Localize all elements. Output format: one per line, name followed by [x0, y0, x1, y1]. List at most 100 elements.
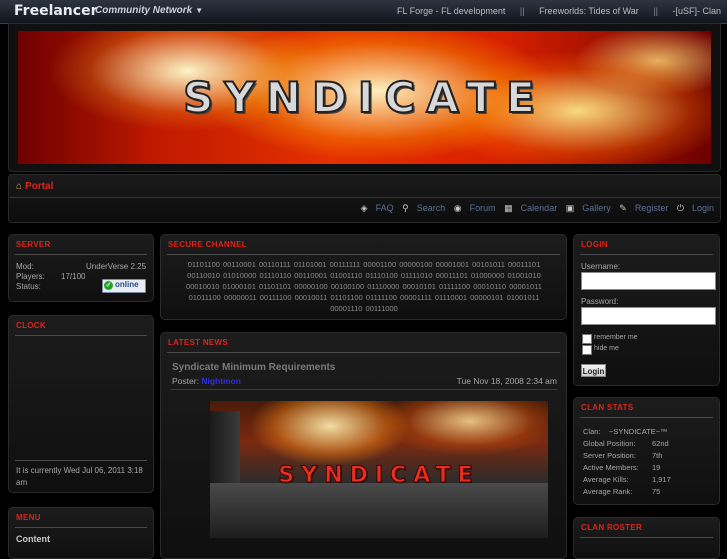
stat-label: Server Position: — [583, 451, 636, 460]
header: SYNDICATE — [8, 23, 721, 172]
nav-forum[interactable]: ◉ Forum — [454, 203, 496, 213]
site-banner[interactable]: SYNDICATE — [18, 31, 711, 164]
stat-row: Global Position: 62nd — [583, 439, 669, 448]
faq-icon: ◈ — [360, 203, 368, 213]
hide-me-checkbox[interactable] — [582, 345, 592, 355]
clock-title: CLOCK — [16, 321, 46, 330]
stat-value: 19 — [652, 463, 661, 472]
separator: || — [519, 6, 525, 16]
navbar: ⌂ Portal ◈ FAQ ⚲ Search ◉ Forum ▦ Calendar ▣ G… — [8, 174, 721, 223]
nav-search-label: Search — [416, 203, 446, 213]
separator: || — [653, 6, 658, 16]
mod-value: UnderVerse 2.25 — [86, 262, 147, 271]
stat-row: Clan: ~SYNDICATE~™ — [583, 427, 668, 436]
banner-title: SYNDICATE — [182, 72, 546, 123]
login-title: LOGIN — [581, 240, 608, 249]
stat-value: ~SYNDICATE~™ — [609, 427, 668, 436]
players-value: 17/100 — [61, 272, 86, 281]
status-value: online — [115, 280, 139, 289]
divider — [15, 527, 147, 528]
freelancer-logo[interactable]: Freelancer — [14, 3, 97, 19]
clan-roster-title: CLAN ROSTER — [581, 523, 643, 532]
players-label: Players: — [16, 272, 45, 281]
news-image-title: SYNDICATE — [278, 463, 480, 489]
forum-icon: ◉ — [453, 203, 462, 213]
remember-me-checkbox[interactable] — [582, 334, 592, 344]
search-icon: ⚲ — [402, 203, 409, 213]
clan-stats-title: CLAN STATS — [581, 403, 634, 412]
register-icon: ✎ — [619, 203, 627, 213]
clock-panel: CLOCK It is currently Wed Jul 06, 2011 3… — [8, 315, 154, 493]
link-fl-forge[interactable]: FL Forge - FL development — [397, 6, 505, 16]
ground-graphic — [210, 483, 548, 538]
menu-item-content[interactable]: Content — [16, 534, 50, 544]
divider — [167, 254, 560, 255]
stat-row: Active Members: 19 — [583, 463, 660, 472]
stat-label: Clan: — [583, 427, 601, 436]
password-field[interactable] — [581, 307, 716, 325]
divider — [171, 389, 557, 390]
divider — [580, 254, 713, 255]
login-icon: ⏻ — [676, 203, 684, 213]
divider — [15, 460, 147, 461]
server-title: SERVER — [16, 240, 51, 249]
home-icon: ⌂ — [16, 181, 23, 192]
stat-row: Server Position: 7th — [583, 451, 662, 460]
status-badge[interactable]: ✓ online — [102, 279, 146, 293]
nav-calendar-label: Calendar — [520, 203, 558, 213]
stat-value: 7th — [652, 451, 663, 460]
news-image[interactable]: SYNDICATE — [210, 401, 548, 538]
status-label: Status: — [16, 282, 41, 291]
mod-label: Mod: — [16, 262, 34, 271]
divider — [167, 352, 560, 353]
community-network-label: Community Network — [95, 5, 193, 16]
nav-faq[interactable]: ◈ FAQ — [361, 203, 394, 213]
divider — [580, 417, 713, 418]
chevron-down-icon: ▼ — [195, 6, 204, 15]
link-freeworlds[interactable]: Freeworlds: Tides of War — [539, 6, 639, 16]
link-usf-clan[interactable]: -[uSF]- Clan — [672, 6, 721, 16]
nav-gallery[interactable]: ▣ Gallery — [566, 203, 611, 213]
nav-search[interactable]: ⚲ Search — [402, 203, 445, 213]
nav-forum-label: Forum — [469, 203, 496, 213]
clan-roster-panel: CLAN ROSTER — [573, 517, 720, 559]
divider — [15, 335, 147, 336]
breadcrumb-portal: Portal — [25, 181, 54, 192]
divider — [15, 254, 147, 255]
login-button[interactable]: Login — [581, 364, 606, 377]
secure-channel-title: SECURE CHANNEL — [168, 240, 247, 249]
stat-value: 62nd — [652, 439, 669, 448]
news-poster: Poster: Nightmon — [172, 376, 241, 386]
username-field[interactable] — [581, 272, 716, 290]
network-links: FL Forge - FL development || Freeworlds:… — [391, 6, 727, 16]
binary-stream: 01101100 00110001 00110111 01101001 0011… — [186, 260, 542, 313]
username-label: Username: — [581, 262, 621, 271]
current-time: It is currently Wed Jul 06, 2011 3:18 am — [16, 466, 143, 487]
stat-value: 75 — [652, 487, 661, 496]
stat-row: Average Kills: 1,917 — [583, 475, 671, 484]
nav-login-label: Login — [691, 203, 714, 213]
nav-links: ◈ FAQ ⚲ Search ◉ Forum ▦ Calendar ▣ Gallery ✎… — [355, 203, 714, 214]
menu-panel: MENU Content — [8, 507, 154, 559]
nav-login[interactable]: ⏻ Login — [677, 203, 714, 213]
stat-label: Active Members: — [583, 463, 639, 472]
divider — [9, 197, 720, 198]
network-bar: Freelancer Community Network ▼ FL Forge -… — [0, 0, 727, 24]
login-panel: LOGIN Username: Password: remember me hi… — [573, 234, 720, 386]
community-network-menu[interactable]: Community Network ▼ — [95, 5, 203, 16]
password-label: Password: — [581, 297, 619, 306]
calendar-icon: ▦ — [504, 203, 513, 213]
news-date: Tue Nov 18, 2008 2:34 am — [456, 376, 557, 386]
remember-me-label: remember me — [594, 334, 638, 341]
nav-calendar[interactable]: ▦ Calendar — [504, 203, 557, 213]
news-post-title[interactable]: Syndicate Minimum Requirements — [172, 362, 335, 373]
status-check-icon: ✓ — [104, 281, 113, 290]
stat-row: Average Rank: 75 — [583, 487, 660, 496]
nav-faq-label: FAQ — [375, 203, 394, 213]
gallery-icon: ▣ — [565, 203, 575, 213]
nav-register[interactable]: ✎ Register — [619, 203, 668, 213]
breadcrumb[interactable]: ⌂ Portal — [16, 181, 53, 192]
poster-label: Poster: — [172, 376, 199, 386]
poster-name[interactable]: Nightmon — [201, 376, 241, 386]
latest-news-title: LATEST NEWS — [168, 338, 229, 347]
